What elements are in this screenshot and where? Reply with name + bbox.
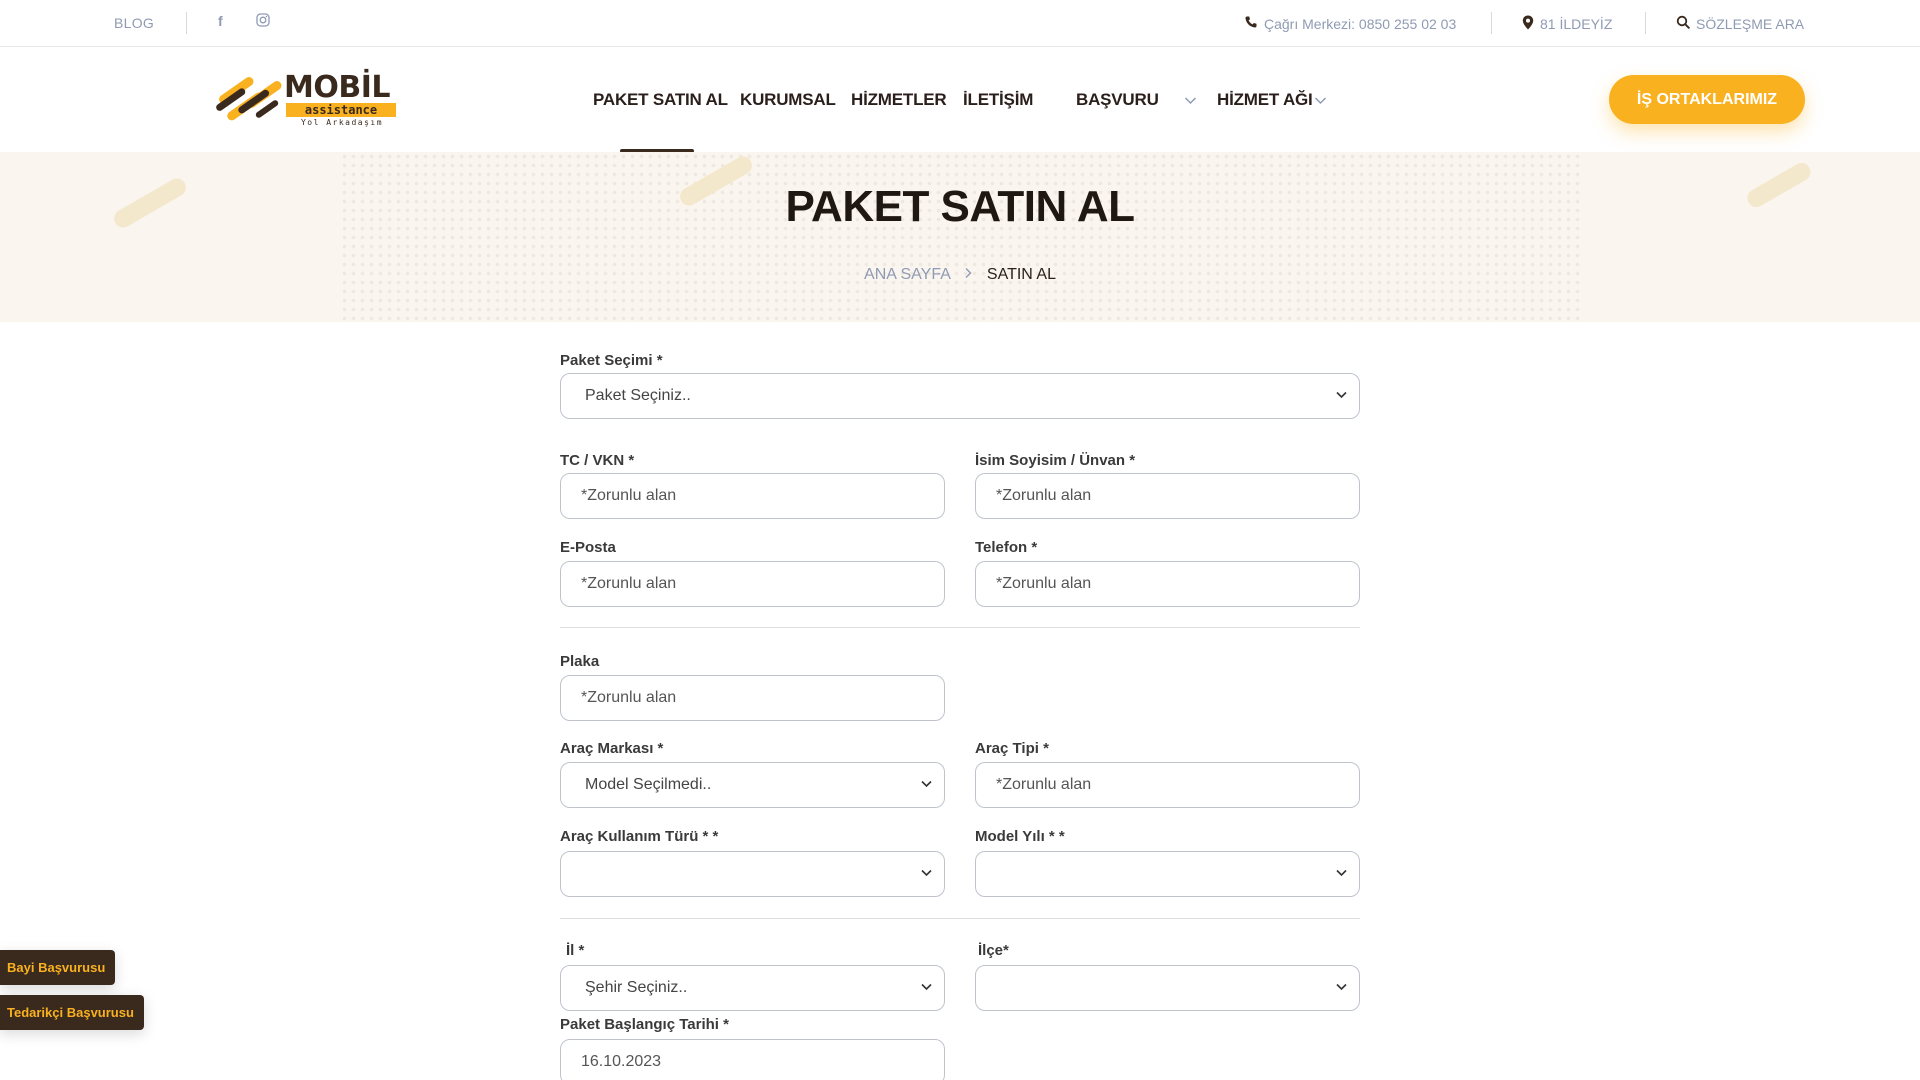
divider bbox=[1491, 12, 1492, 34]
phone-placeholder: *Zorunlu alan bbox=[996, 575, 1092, 592]
vehicle-type-input[interactable]: *Zorunlu alan bbox=[975, 762, 1360, 808]
section-divider bbox=[560, 918, 1360, 919]
package-label: Paket Seçimi * bbox=[560, 352, 663, 369]
brand-select[interactable]: Model Seçilmedi.. bbox=[560, 762, 945, 808]
model-year-select[interactable] bbox=[975, 851, 1360, 897]
nav-kurumsal[interactable]: KURUMSAL bbox=[740, 90, 836, 110]
name-placeholder: *Zorunlu alan bbox=[996, 487, 1092, 504]
chevron-down-icon bbox=[921, 980, 932, 994]
email-label: E-Posta bbox=[560, 539, 616, 556]
chevron-down-icon bbox=[921, 777, 932, 791]
world-map-pattern bbox=[340, 152, 1580, 322]
nav-hizmet-agi[interactable]: HİZMET AĞI bbox=[1217, 90, 1313, 110]
section-divider bbox=[560, 627, 1360, 628]
plate-label: Plaka bbox=[560, 653, 600, 670]
dealer-application-button[interactable]: Bayi Başvurusu bbox=[0, 950, 116, 985]
phone-icon bbox=[1244, 15, 1258, 32]
logo-subword: assistance bbox=[286, 103, 396, 117]
district-label: İlçe* bbox=[978, 942, 1009, 959]
usage-label: Araç Kullanım Türü * * bbox=[560, 828, 719, 845]
search-icon bbox=[1676, 15, 1690, 32]
contract-search[interactable]: SÖZLEŞME ARA bbox=[1676, 15, 1804, 32]
city-label: İl * bbox=[566, 942, 585, 959]
nav-paket-satin-al[interactable]: PAKET SATIN AL bbox=[593, 90, 728, 110]
main-header: MOBİL assistance Yol Arkadaşım PAKET SAT… bbox=[0, 48, 1920, 153]
facebook-icon[interactable]: f bbox=[218, 13, 223, 29]
breadcrumb-current: SATIN AL bbox=[986, 266, 1056, 283]
name-input[interactable]: *Zorunlu alan bbox=[975, 473, 1360, 519]
start-date-label: Paket Başlangıç Tarihi * bbox=[560, 1016, 729, 1033]
brand-select-value: Model Seçilmedi.. bbox=[585, 776, 712, 793]
city-select[interactable]: Şehir Seçiniz.. bbox=[560, 965, 945, 1011]
divider bbox=[1645, 12, 1646, 34]
package-select[interactable]: Paket Seçiniz.. bbox=[560, 373, 1360, 419]
phone-label: Telefon * bbox=[975, 539, 1038, 556]
tc-vkn-label: TC / VKN * bbox=[560, 452, 635, 469]
start-date-value: 16.10.2023 bbox=[581, 1053, 662, 1070]
instagram-icon[interactable] bbox=[256, 13, 270, 30]
logo-word: MOBİL bbox=[284, 70, 391, 105]
call-center-text: Çağrı Merkezi: 0850 255 02 03 bbox=[1264, 15, 1457, 32]
chevron-down-icon bbox=[921, 866, 932, 880]
vehicle-type-label: Araç Tipi * bbox=[975, 740, 1049, 757]
top-utility-bar: BLOG f Çağrı Merkezi: 0850 255 02 03 81 … bbox=[0, 0, 1920, 47]
supplier-application-button[interactable]: Tedarikçi Başvurusu bbox=[0, 995, 144, 1030]
page-title: PAKET SATIN AL bbox=[785, 182, 1135, 231]
divider bbox=[186, 12, 187, 34]
chevron-down-icon bbox=[1336, 866, 1347, 880]
brand-label: Araç Markası * bbox=[560, 740, 664, 757]
email-input[interactable]: *Zorunlu alan bbox=[560, 561, 945, 607]
model-year-label: Model Yılı * * bbox=[975, 828, 1065, 845]
vehicle-type-placeholder: *Zorunlu alan bbox=[996, 776, 1092, 793]
breadcrumb: ANA SAYFA SATIN AL bbox=[0, 266, 1920, 284]
chevron-down-icon bbox=[1336, 980, 1347, 994]
locations-link[interactable]: 81 İLDEYİZ bbox=[1522, 15, 1612, 33]
nav-hizmetler[interactable]: HİZMETLER bbox=[851, 90, 947, 110]
breadcrumb-home[interactable]: ANA SAYFA bbox=[864, 266, 950, 283]
chevron-down-icon[interactable] bbox=[1314, 92, 1327, 108]
nav-basvuru[interactable]: BAŞVURU bbox=[1076, 90, 1159, 110]
call-center[interactable]: Çağrı Merkezi: 0850 255 02 03 bbox=[1244, 15, 1456, 32]
plate-input[interactable]: *Zorunlu alan bbox=[560, 675, 945, 721]
package-select-value: Paket Seçiniz.. bbox=[585, 387, 691, 404]
map-pin-icon bbox=[1522, 15, 1534, 33]
chevron-down-icon bbox=[1336, 388, 1347, 402]
district-select[interactable] bbox=[975, 965, 1360, 1011]
page-hero: PAKET SATIN AL ANA SAYFA SATIN AL bbox=[0, 152, 1920, 322]
site-logo[interactable]: MOBİL assistance Yol Arkadaşım bbox=[214, 70, 396, 128]
nav-iletisim[interactable]: İLETİŞİM bbox=[963, 90, 1033, 110]
locations-text: 81 İLDEYİZ bbox=[1540, 16, 1613, 32]
phone-input[interactable]: *Zorunlu alan bbox=[975, 561, 1360, 607]
blog-link[interactable]: BLOG bbox=[114, 15, 154, 31]
chevron-right-icon bbox=[964, 266, 976, 283]
chevron-down-icon[interactable] bbox=[1184, 92, 1197, 108]
partners-button[interactable]: İŞ ORTAKLARIMIZ bbox=[1609, 75, 1805, 124]
city-select-value: Şehir Seçiniz.. bbox=[585, 979, 688, 996]
name-label: İsim Soyisim / Ünvan * bbox=[975, 452, 1136, 469]
logo-tagline: Yol Arkadaşım bbox=[300, 118, 384, 127]
tc-vkn-input[interactable]: *Zorunlu alan bbox=[560, 473, 945, 519]
plate-placeholder: *Zorunlu alan bbox=[581, 689, 677, 706]
email-placeholder: *Zorunlu alan bbox=[581, 575, 677, 592]
start-date-input[interactable]: 16.10.2023 bbox=[560, 1039, 945, 1080]
contract-search-text: SÖZLEŞME ARA bbox=[1696, 15, 1805, 32]
usage-select[interactable] bbox=[560, 851, 945, 897]
tc-vkn-placeholder: *Zorunlu alan bbox=[581, 487, 677, 504]
